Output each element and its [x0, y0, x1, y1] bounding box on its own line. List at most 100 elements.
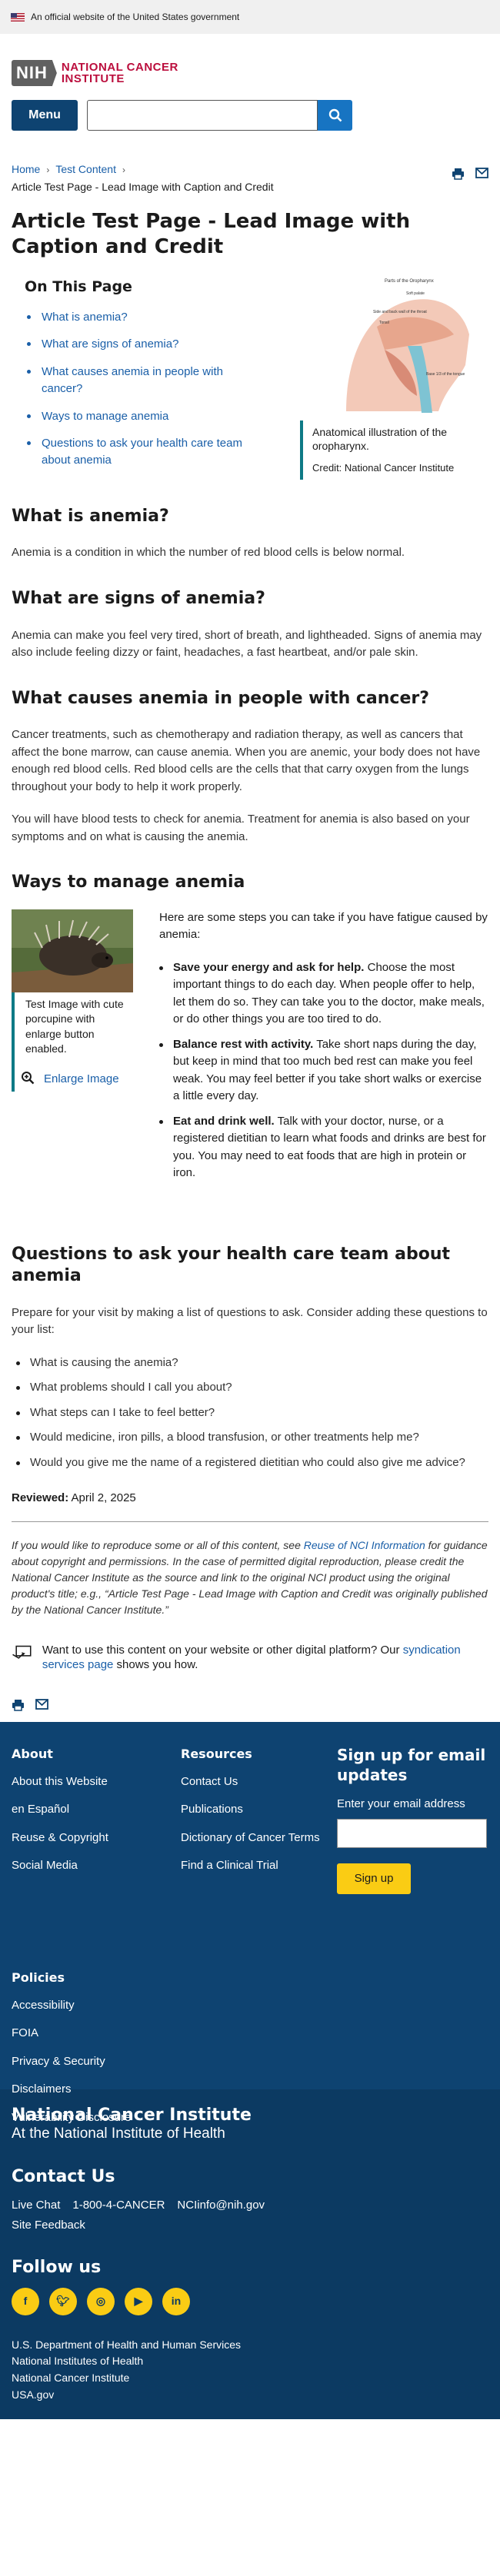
otp-link[interactable]: What are signs of anemia? [25, 336, 258, 353]
phone-link[interactable]: 1-800-4-CANCER [72, 2197, 165, 2215]
otp-link-text[interactable]: What are signs of anemia? [42, 337, 178, 351]
footer-links-area: About About this Website en Español Reus… [0, 1722, 500, 2124]
on-this-page-heading: On This Page [25, 278, 132, 295]
tip-title: Balance rest with activity. [173, 1037, 314, 1051]
footer-link[interactable]: Privacy & Security [12, 2054, 165, 2069]
live-chat-link[interactable]: Live Chat [12, 2197, 60, 2215]
footer-link[interactable]: Find a Clinical Trial [181, 1858, 335, 1873]
breadcrumb-home[interactable]: Home [12, 161, 40, 178]
questions-list: What is causing the anemia? What problem… [12, 1354, 488, 1472]
search-row: Menu [12, 100, 488, 131]
reviewed-label: Reviewed: [12, 1491, 69, 1505]
paragraph: Prepare for your visit by making a list … [12, 1305, 488, 1337]
twitter-icon[interactable]: 🐦︎ [49, 2287, 77, 2315]
gov-banner: An official website of the United States… [0, 0, 500, 34]
print-icon[interactable] [12, 1699, 25, 1711]
footer-link[interactable]: About this Website [12, 1774, 165, 1790]
paragraph: You will have blood tests to check for a… [12, 813, 470, 843]
page-tools-bottom [12, 1698, 488, 1711]
print-icon[interactable] [452, 168, 465, 180]
reviewed-value: April 2, 2025 [71, 1491, 136, 1505]
agency-link[interactable]: National Cancer Institute [12, 2370, 488, 2387]
footer-heading: Policies [12, 1969, 65, 1985]
footer-link[interactable]: Vulnerability Disclosure [12, 2110, 165, 2126]
agency-link[interactable]: National Institutes of Health [12, 2353, 488, 2370]
search-button[interactable] [318, 100, 352, 131]
paragraph: Anemia is a condition in which the numbe… [12, 546, 405, 560]
email-signup: Sign up for email updates Enter your ema… [337, 1745, 491, 1895]
otp-link-text[interactable]: What causes anemia in people with cancer… [42, 365, 223, 395]
footer-link[interactable]: en Español [12, 1802, 165, 1817]
enlarge-label[interactable]: Enlarge Image [44, 1071, 119, 1087]
footer-link[interactable]: Social Media [12, 1858, 165, 1873]
footer-link[interactable]: FOIA [12, 2026, 165, 2041]
email-link[interactable]: NCIinfo@nih.gov [177, 2197, 265, 2215]
nih-logo-mark: NIH [12, 60, 52, 86]
footer-link[interactable]: Disclaimers [12, 2082, 165, 2097]
signup-heading: Sign up for email updates [337, 1745, 486, 1784]
footer-link[interactable]: Reuse & Copyright [12, 1830, 165, 1846]
otp-link[interactable]: Ways to manage anemia [25, 408, 258, 425]
footer-about: About About this Website en Español Reus… [12, 1745, 165, 1886]
paragraph: Anemia can make you feel very tired, sho… [12, 628, 482, 660]
list-item: What problems should I call you about? [12, 1379, 488, 1397]
masthead: NIH NATIONAL CANCER INSTITUTE Menu [0, 34, 500, 131]
otp-link-text[interactable]: Questions to ask your health care team a… [42, 437, 242, 467]
follow-heading: Follow us [12, 2257, 102, 2277]
section-heading-manage: Ways to manage anemia [12, 873, 245, 892]
footer-link[interactable]: Contact Us [181, 1774, 335, 1790]
paragraph: Here are some steps you can take if you … [159, 910, 488, 942]
syndication-text-part: Want to use this content on your website… [42, 1643, 403, 1657]
email-field[interactable] [337, 1819, 487, 1849]
linkedin-icon[interactable]: in [162, 2287, 190, 2315]
manage-text: Here are some steps you can take if you … [133, 909, 488, 1190]
instagram-icon[interactable]: ◎ [87, 2287, 115, 2315]
list-item: Save your energy and ask for help. Choos… [159, 959, 488, 1029]
email-icon[interactable] [475, 168, 488, 178]
diagram-label: Soft palate [406, 291, 425, 296]
agency-link[interactable]: U.S. Department of Health and Human Serv… [12, 2337, 488, 2354]
email-icon[interactable] [35, 1698, 48, 1710]
footer-heading: About [12, 1746, 53, 1761]
otp-link[interactable]: Questions to ask your health care team a… [25, 435, 258, 469]
manage-section: Test Image with cute porcupine with enla… [12, 909, 488, 1190]
list-item: What steps can I take to feel better? [12, 1404, 488, 1422]
footer-link[interactable]: Accessibility [12, 1998, 165, 2013]
otp-link-text[interactable]: Ways to manage anemia [42, 410, 168, 423]
search-input[interactable] [87, 100, 318, 131]
otp-link[interactable]: What causes anemia in people with cancer… [25, 364, 258, 397]
contact-links: Live Chat 1-800-4-CANCER NCIinfo@nih.gov [12, 2197, 488, 2215]
footer-policies: Policies Accessibility FOIA Privacy & Se… [12, 1969, 165, 2139]
porcupine-image[interactable] [12, 909, 133, 992]
page-tools [452, 168, 488, 180]
footer-link[interactable]: Dictionary of Cancer Terms [181, 1830, 335, 1846]
menu-button[interactable]: Menu [12, 100, 78, 131]
nci-logo[interactable]: NIH NATIONAL CANCER INSTITUTE [12, 60, 488, 86]
signup-button[interactable]: Sign up [337, 1863, 411, 1895]
footer-link[interactable]: Publications [181, 1802, 335, 1817]
lead-area: On This Page What is anemia? What are si… [12, 273, 488, 480]
magnify-plus-icon [22, 1072, 35, 1085]
paragraph: Cancer treatments, such as chemotherapy … [12, 728, 481, 793]
site-feedback-link[interactable]: Site Feedback [12, 2217, 488, 2235]
lead-image-figure: Parts of the Oropharynx Soft palate Side… [300, 273, 488, 480]
logo-text: NATIONAL CANCER INSTITUTE [62, 61, 178, 85]
reuse-text: If you would like to reproduce some or a… [12, 1538, 304, 1551]
us-flag-icon [11, 12, 25, 22]
caption-text: Test Image with cute porcupine with enla… [25, 997, 124, 1055]
facebook-icon[interactable]: f [12, 2287, 39, 2315]
agency-link[interactable]: USA.gov [12, 2387, 488, 2404]
youtube-icon[interactable]: ▶ [125, 2287, 152, 2315]
otp-link-text[interactable]: What is anemia? [42, 311, 128, 324]
list-item: Balance rest with activity. Take short n… [159, 1036, 488, 1105]
syndication-text-part: shows you how. [113, 1658, 198, 1672]
breadcrumb-test-content[interactable]: Test Content [55, 161, 116, 178]
otp-link[interactable]: What is anemia? [25, 309, 258, 326]
enlarge-button[interactable]: Enlarge Image [21, 1071, 133, 1087]
footer-heading: Resources [181, 1746, 252, 1761]
breadcrumb: Home › Test Content › [0, 161, 500, 180]
logo-line2: INSTITUTE [61, 72, 125, 85]
main-content: On This Page What is anemia? What are si… [0, 273, 500, 1711]
tip-title: Save your energy and ask for help. [173, 960, 365, 974]
reuse-link[interactable]: Reuse of NCI Information [304, 1539, 425, 1551]
